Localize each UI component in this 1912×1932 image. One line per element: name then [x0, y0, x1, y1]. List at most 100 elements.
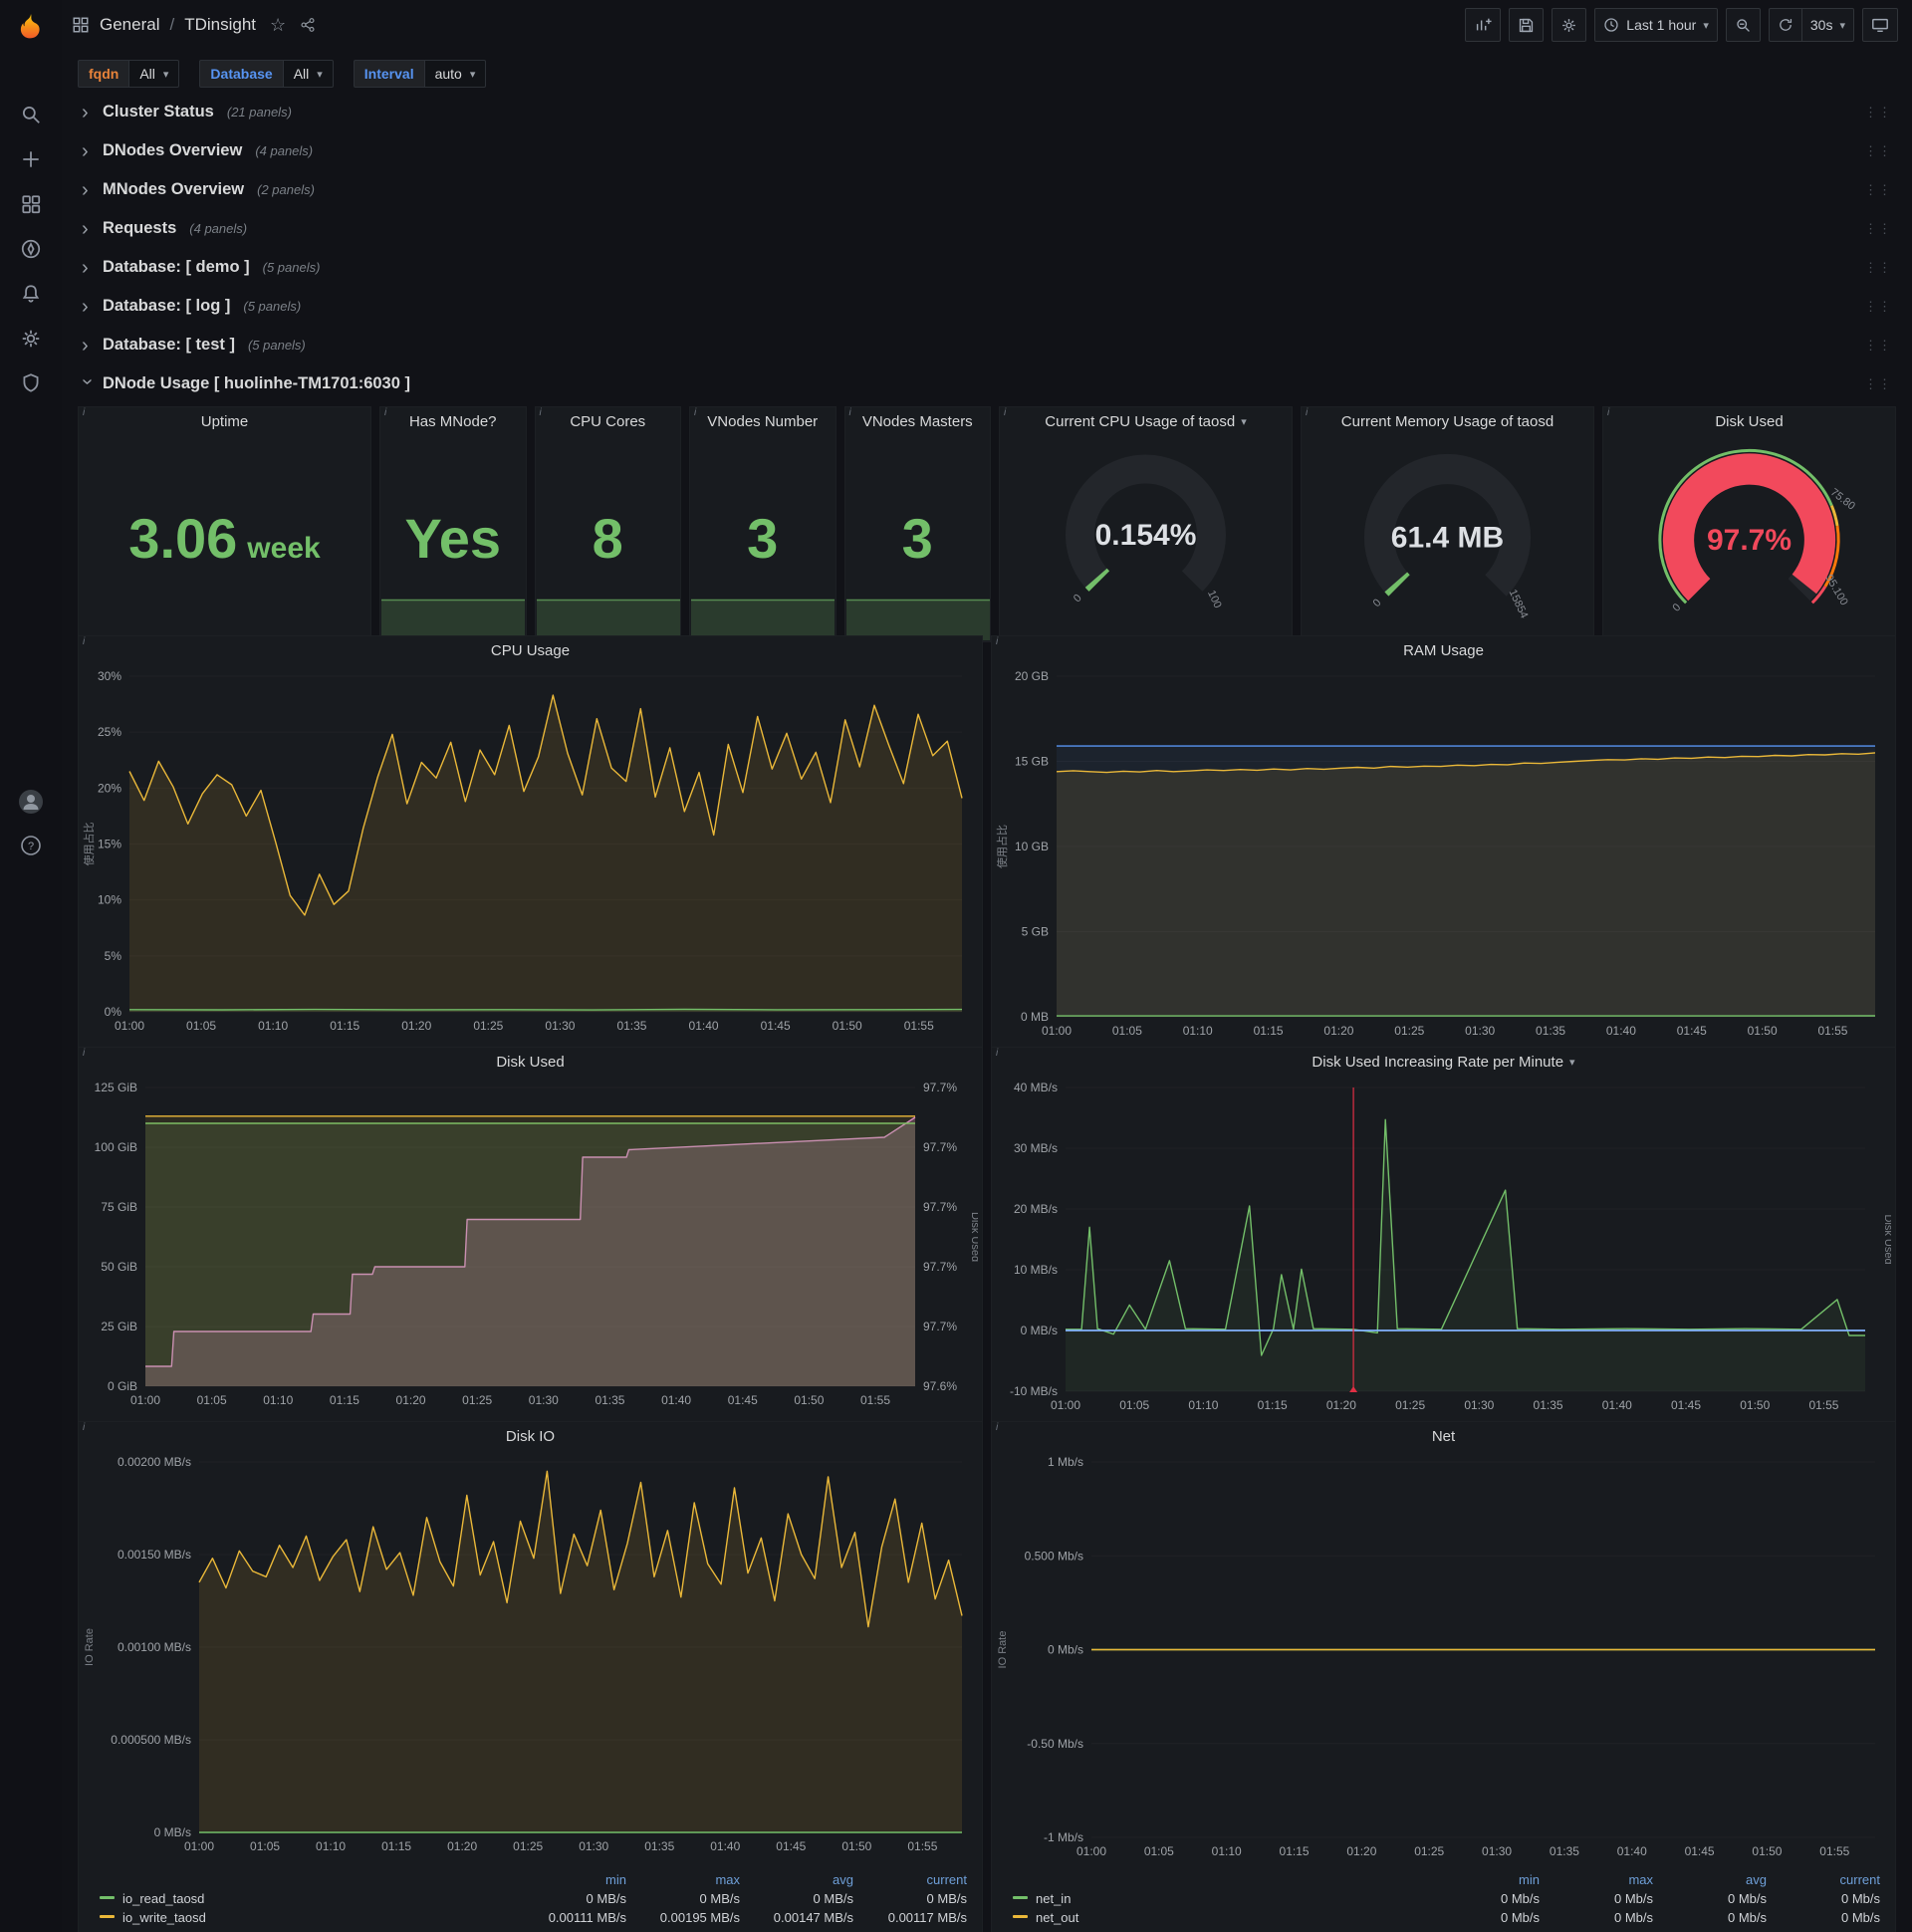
cpu-usage-gauge: 0.154% 0 100	[1000, 435, 1292, 641]
chevron-right-icon: ›	[82, 139, 89, 162]
svg-text:10%: 10%	[98, 893, 121, 907]
variable-fqdn-value[interactable]: All ▾	[128, 60, 180, 88]
drag-handle-icon[interactable]: ⋮⋮	[1864, 105, 1892, 121]
svg-text:01:55: 01:55	[860, 1393, 890, 1407]
disk-rate-chart[interactable]: -10 MB/s 0 MB/s 10 MB/s 20 MB/s 30 MB/s 40 MB…	[994, 1078, 1894, 1422]
panel-title-vnodes-number[interactable]: VNodes Number	[690, 407, 836, 435]
row-cluster-status[interactable]: › Cluster Status (21 panels) ⋮⋮	[78, 96, 1896, 128]
breadcrumb-folder[interactable]: General	[100, 15, 159, 35]
panel-title-cpu-cores[interactable]: CPU Cores	[536, 407, 681, 435]
dashboard-settings-button[interactable]	[1552, 8, 1587, 42]
net-chart[interactable]: -1 Mb/s -0.50 Mb/s 0 Mb/s 0.500 Mb/s 1 Mb/s 0…	[994, 1452, 1891, 1868]
help-icon[interactable]: ?	[19, 834, 43, 862]
refresh-interval-label: 30s	[1809, 17, 1833, 33]
svg-text:01:15: 01:15	[330, 1393, 359, 1407]
panel-title-current-cpu[interactable]: Current CPU Usage of taosd ▾	[1000, 407, 1292, 435]
row-database-demo[interactable]: › Database: [ demo ] (5 panels) ⋮⋮	[78, 251, 1896, 284]
zoom-out-button[interactable]	[1725, 8, 1761, 42]
svg-text:使用占比: 使用占比	[82, 823, 96, 866]
drag-handle-icon[interactable]: ⋮⋮	[1864, 143, 1892, 159]
panel-title-disk-used-gauge[interactable]: Disk Used	[1603, 407, 1895, 435]
alerting-bell-icon[interactable]	[0, 271, 62, 316]
variable-interval: Interval auto ▾	[353, 60, 487, 88]
svg-text:01:25: 01:25	[1395, 1398, 1425, 1412]
panel-title-disk-rate[interactable]: Disk Used Increasing Rate per Minute ▾	[992, 1048, 1895, 1076]
panel-title-net[interactable]: Net	[992, 1422, 1895, 1450]
dashboards-grid-icon[interactable]	[0, 181, 62, 226]
variable-interval-value[interactable]: auto ▾	[423, 60, 487, 88]
panel-title-vnodes-masters[interactable]: VNodes Masters	[845, 407, 991, 435]
legend-column-header: current	[1839, 1872, 1880, 1887]
panel-title-cpu-usage[interactable]: CPU Usage	[79, 636, 982, 664]
drag-handle-icon[interactable]: ⋮⋮	[1864, 376, 1892, 392]
legend-series-name[interactable]: net_in	[1008, 1889, 1431, 1908]
svg-text:97.7%: 97.7%	[923, 1081, 957, 1094]
disk-used-gauge: 97.7% 0 75.80 95.100	[1603, 435, 1895, 641]
disk-io-chart[interactable]: 0 MB/s 0.000500 MB/s 0.00100 MB/s 0.00150 M…	[81, 1452, 978, 1868]
svg-text:01:40: 01:40	[689, 1019, 719, 1033]
cycle-view-mode-button[interactable]	[1862, 8, 1898, 42]
create-plus-icon[interactable]	[0, 136, 62, 181]
svg-text:61.4 MB: 61.4 MB	[1391, 522, 1504, 555]
row-database-log[interactable]: › Database: [ log ] (5 panels) ⋮⋮	[78, 290, 1896, 323]
refresh-button[interactable]	[1768, 8, 1802, 42]
panel-title-current-memory[interactable]: Current Memory Usage of taosd	[1302, 407, 1593, 435]
disk-used-chart[interactable]: 0 GiB 97.6% 25 GiB 97.7% 50 GiB 97.7% 75 GiB 97…	[81, 1078, 981, 1422]
panel-info-icon: i	[83, 636, 86, 647]
panel-info-icon: i	[1607, 407, 1610, 418]
series-color-swatch-icon	[100, 1896, 115, 1900]
configuration-gear-icon[interactable]	[0, 316, 62, 361]
legend-column-header: avg	[1746, 1872, 1767, 1887]
legend-value: 0 MB/s	[926, 1891, 967, 1906]
save-dashboard-button[interactable]	[1509, 8, 1545, 42]
chevron-down-icon: ›	[77, 377, 99, 385]
legend-value: 0 Mb/s	[1613, 1910, 1653, 1925]
legend-series-name[interactable]: net_out	[1008, 1908, 1431, 1927]
svg-text:0.00150 MB/s: 0.00150 MB/s	[118, 1548, 191, 1562]
legend-series-name[interactable]: io_read_taosd	[95, 1889, 518, 1908]
svg-text:01:30: 01:30	[1482, 1844, 1512, 1858]
net-legend: min max avg current net_in 0 Mb/s 0 Mb/s 0 Mb/s…	[992, 1868, 1895, 1932]
drag-handle-icon[interactable]: ⋮⋮	[1864, 338, 1892, 354]
time-range-picker[interactable]: Last 1 hour ▾	[1594, 8, 1718, 42]
row-requests[interactable]: › Requests (4 panels) ⋮⋮	[78, 212, 1896, 245]
drag-handle-icon[interactable]: ⋮⋮	[1864, 182, 1892, 198]
server-admin-shield-icon[interactable]	[0, 361, 62, 405]
share-icon[interactable]	[300, 17, 316, 33]
row-dnodes-overview[interactable]: › DNodes Overview (4 panels) ⋮⋮	[78, 134, 1896, 167]
panel-info-icon: i	[83, 1422, 86, 1433]
svg-text:75 GiB: 75 GiB	[101, 1200, 137, 1214]
panel-title-disk-io[interactable]: Disk IO	[79, 1422, 982, 1450]
svg-text:01:25: 01:25	[1394, 1024, 1424, 1038]
add-panel-button[interactable]	[1465, 8, 1502, 42]
legend-value: 0 Mb/s	[1727, 1891, 1767, 1906]
panel-vnodes-number: i VNodes Number 3	[689, 406, 836, 642]
star-icon[interactable]: ☆	[270, 15, 286, 36]
legend-column-header: avg	[833, 1872, 853, 1887]
svg-text:01:30: 01:30	[545, 1019, 575, 1033]
user-avatar[interactable]	[18, 789, 44, 820]
svg-text:01:35: 01:35	[1550, 1844, 1579, 1858]
panel-title-uptime[interactable]: Uptime	[79, 407, 370, 435]
panel-title-disk-used[interactable]: Disk Used	[79, 1048, 982, 1076]
legend-series-name[interactable]: io_write_taosd	[95, 1908, 518, 1927]
svg-text:15%: 15%	[98, 838, 121, 851]
row-dnode-usage[interactable]: › DNode Usage [ huolinhe-TM1701:6030 ] ⋮…	[77, 367, 1896, 400]
dashboard-title[interactable]: TDinsight	[184, 15, 256, 35]
grafana-logo[interactable]	[0, 0, 62, 52]
drag-handle-icon[interactable]: ⋮⋮	[1864, 299, 1892, 315]
explore-compass-icon[interactable]	[0, 226, 62, 271]
row-mnodes-overview[interactable]: › MNodes Overview (2 panels) ⋮⋮	[78, 173, 1896, 206]
panel-title-has-mnode[interactable]: Has MNode?	[380, 407, 526, 435]
refresh-interval-picker[interactable]: 30s ▾	[1801, 8, 1854, 42]
variable-database-value[interactable]: All ▾	[282, 60, 334, 88]
cpu-usage-chart[interactable]: 0% 5% 10% 15% 20% 25% 30% 01:00 01:05 01:10 01:15 0…	[81, 666, 978, 1067]
drag-handle-icon[interactable]: ⋮⋮	[1864, 221, 1892, 237]
drag-handle-icon[interactable]: ⋮⋮	[1864, 260, 1892, 276]
ram-usage-chart[interactable]: 0 MB 5 GB 10 GB 15 GB 20 GB 01:00 01:05 01:10 01…	[994, 666, 1891, 1048]
row-database-test[interactable]: › Database: [ test ] (5 panels) ⋮⋮	[78, 329, 1896, 362]
panel-title-ram-usage[interactable]: RAM Usage	[992, 636, 1895, 664]
legend-value: 0 Mb/s	[1500, 1910, 1540, 1925]
svg-text:20 MB/s: 20 MB/s	[1014, 1202, 1058, 1216]
search-icon[interactable]	[0, 92, 62, 136]
